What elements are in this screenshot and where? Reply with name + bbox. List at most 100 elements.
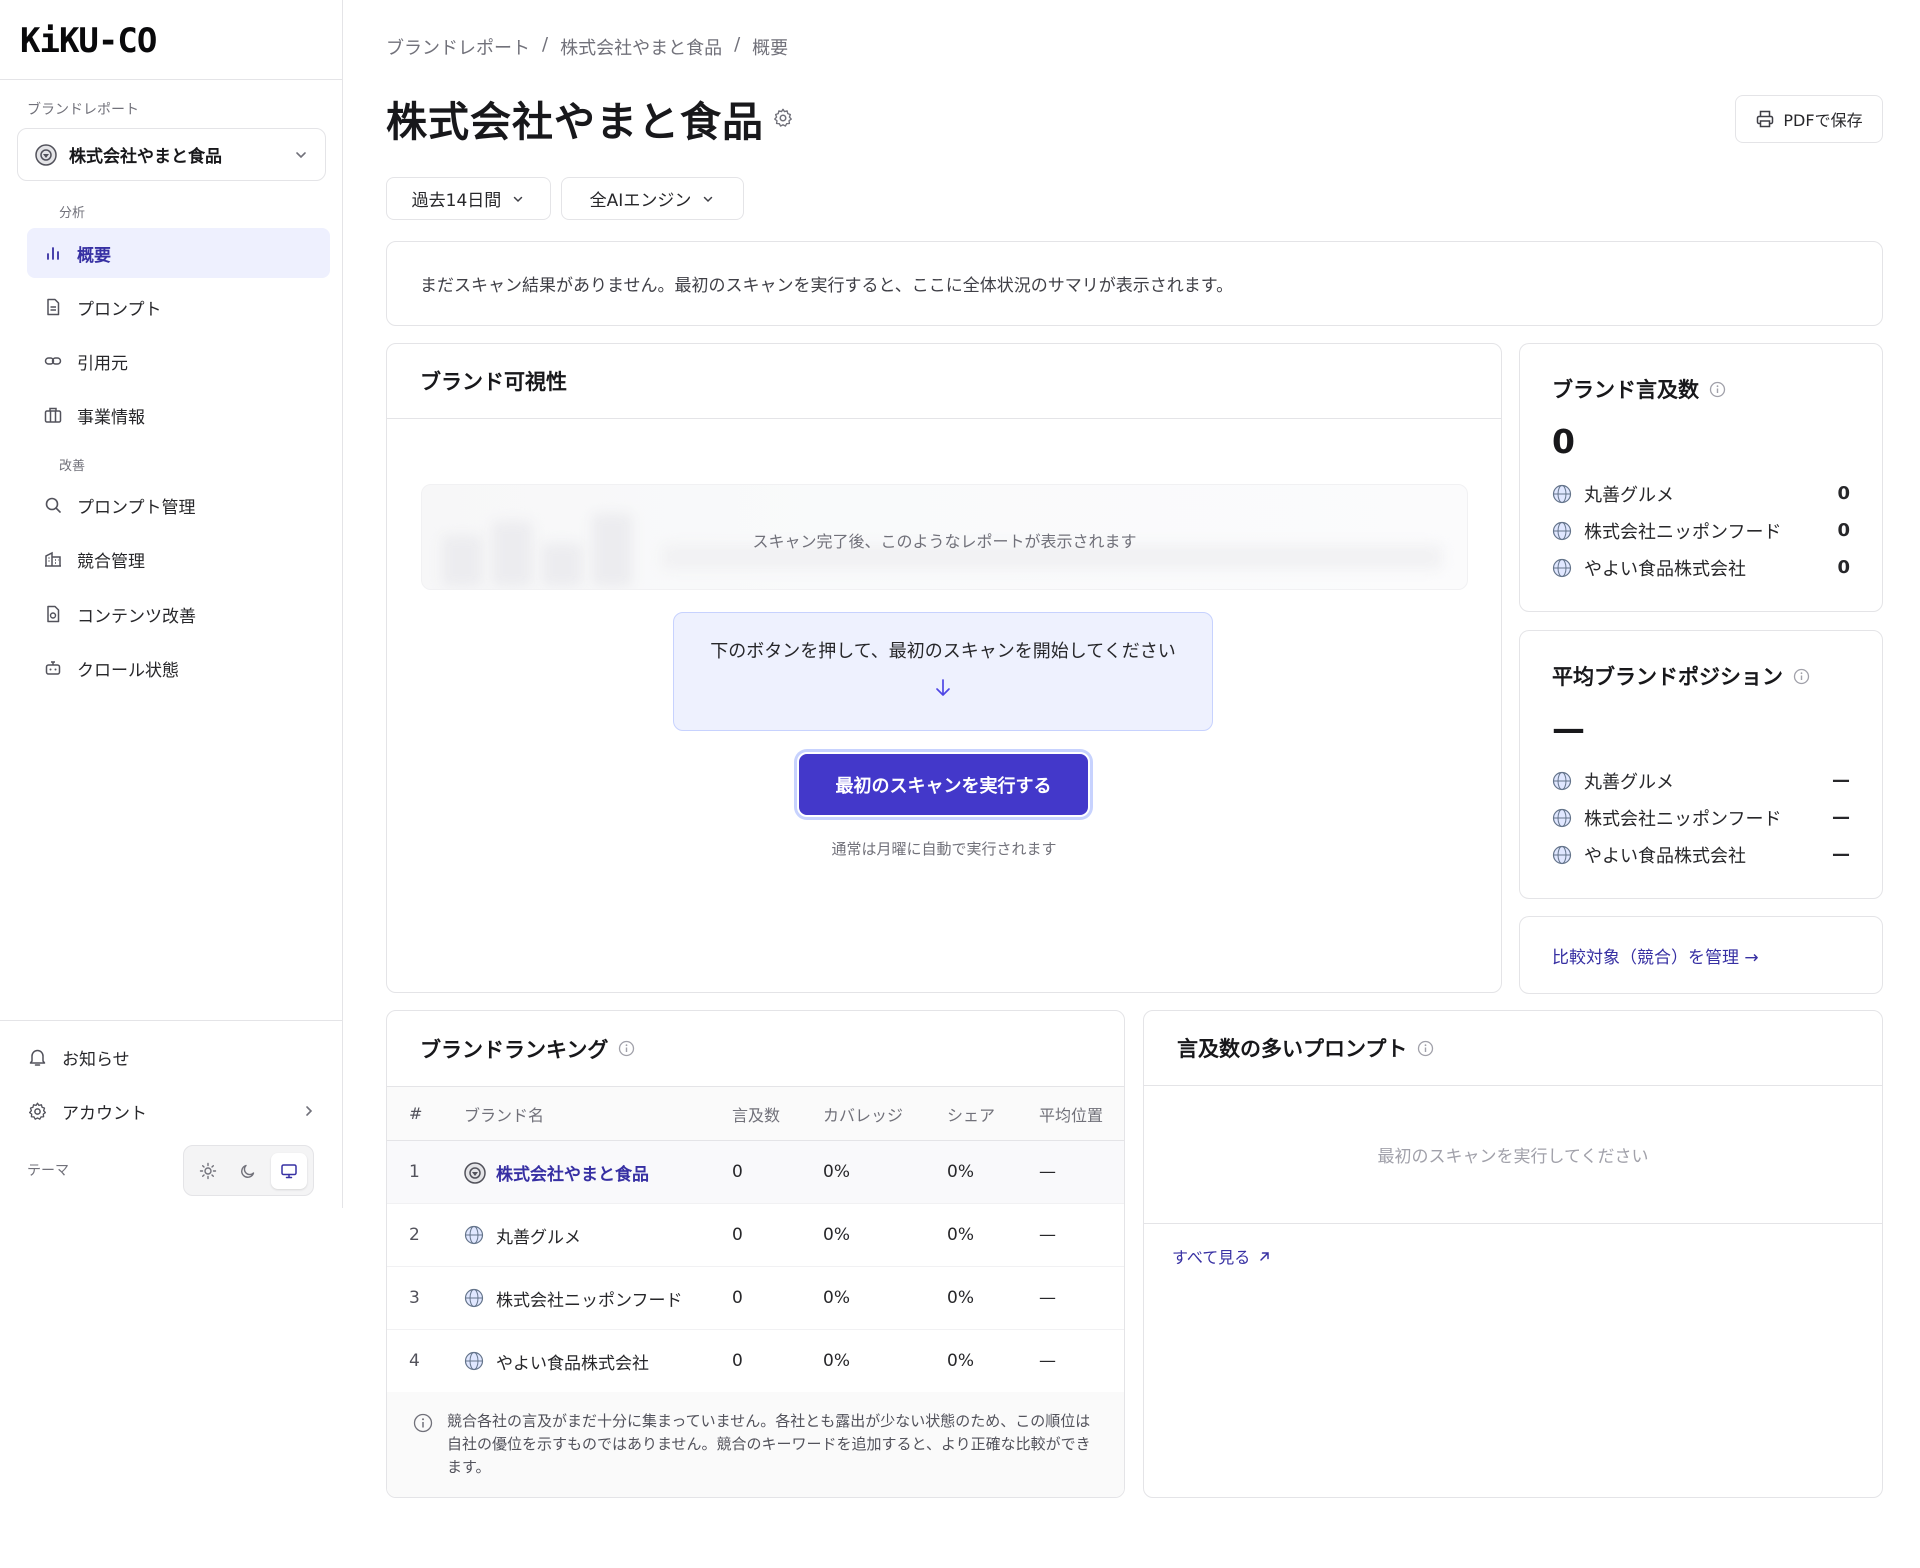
info-icon[interactable]	[1417, 1040, 1434, 1057]
notice-text: まだスキャン結果がありません。最初のスキャンを実行すると、ここに全体状況のサマリ…	[420, 276, 1234, 296]
competitor-name: やよい食品株式会社	[1584, 558, 1746, 580]
arrow-up-right-icon	[1258, 1250, 1271, 1263]
table-header-row: # ブランド名 言及数 カバレッジ シェア 平均位置	[387, 1086, 1124, 1141]
arrow-down-icon	[932, 677, 954, 699]
column-header: 言及数	[732, 1086, 823, 1141]
column-header: #	[387, 1086, 464, 1141]
sidebar-section-label: ブランドレポート	[27, 102, 139, 118]
brand-name-cell: 丸善グルメ	[464, 1203, 732, 1267]
competitor-name: 株式会社ニッポンフード	[1584, 521, 1782, 543]
coverage-cell: 0%	[823, 1266, 947, 1330]
globe-icon	[1552, 558, 1572, 578]
sidebar-item-label: 引用元	[77, 353, 128, 374]
notifications-link[interactable]: お知らせ	[27, 1035, 317, 1079]
brand-name: 株式会社やまと食品	[496, 1164, 649, 1185]
see-all-label: すべて見る	[1172, 1248, 1251, 1267]
system-theme-button[interactable]	[270, 1152, 307, 1189]
competitor-value: —	[1832, 844, 1850, 865]
empty-state-text: 最初のスキャンを実行してください	[1144, 1086, 1882, 1224]
column-header: カバレッジ	[823, 1086, 947, 1141]
position-cell: —	[1039, 1140, 1124, 1204]
coverage-cell: 0%	[823, 1203, 947, 1267]
card-title-row: 言及数の多いプロンプト	[1144, 1011, 1882, 1086]
rank-cell: 1	[387, 1140, 464, 1204]
sidebar-item-label: コンテンツ改善	[77, 606, 196, 627]
save-pdf-button[interactable]: PDFで保存	[1735, 95, 1883, 143]
mentions-cell: 0	[732, 1140, 823, 1204]
period-filter-dropdown[interactable]: 過去14日間	[386, 177, 551, 220]
rank-cell: 2	[387, 1203, 464, 1267]
see-all-link[interactable]: すべて見る	[1172, 1244, 1271, 1268]
ranking-footnote-text: 競合各社の言及がまだ十分に集まっていません。各社とも露出が少ない状態のため、この…	[447, 1412, 1091, 1476]
rank-cell: 3	[387, 1266, 464, 1330]
card-title: ブランド言及数	[1552, 378, 1699, 402]
brand-settings-gear-icon[interactable]	[772, 107, 796, 131]
top-prompts-card: 言及数の多いプロンプト 最初のスキャンを実行してください すべて見る	[1143, 1010, 1883, 1498]
breadcrumb-item[interactable]: 株式会社やまと食品	[560, 34, 722, 60]
brand-selector[interactable]: 株式会社やまと食品	[17, 128, 326, 181]
account-link[interactable]: アカウント	[27, 1089, 317, 1133]
bell-icon	[27, 1047, 48, 1068]
app-logo[interactable]: KiKU-CO	[20, 21, 157, 61]
moon-icon	[239, 1162, 257, 1180]
competitor-row: やよい食品株式会社 0	[1552, 549, 1850, 586]
brand-logo-icon	[464, 1162, 486, 1184]
sidebar-item-competitor-management[interactable]: 競合管理	[27, 534, 330, 584]
period-filter-label: 過去14日間	[411, 191, 502, 211]
no-scan-notice: まだスキャン結果がありません。最初のスキャンを実行すると、ここに全体状況のサマリ…	[386, 241, 1883, 326]
competitor-row: やよい食品株式会社 —	[1552, 836, 1850, 873]
sidebar: KiKU-CO ブランドレポート 株式会社やまと食品 分析 概要 プロンプト 引…	[0, 0, 343, 1208]
report-preview-placeholder: スキャン完了後、このようなレポートが表示されます	[421, 484, 1468, 590]
brand-visibility-card: ブランド可視性 スキャン完了後、このようなレポートが表示されます 下のボタンを押…	[386, 343, 1502, 993]
sidebar-item-overview[interactable]: 概要	[27, 228, 330, 278]
ranking-table: # ブランド名 言及数 カバレッジ シェア 平均位置 1 株式会社やまと食品 0…	[387, 1086, 1124, 1393]
info-icon[interactable]	[618, 1040, 635, 1057]
card-title-row: 平均ブランドポジション	[1552, 661, 1850, 691]
card-title-row: ブランド言及数	[1552, 374, 1850, 404]
table-row[interactable]: 3 株式会社ニッポンフード 0 0% 0% —	[387, 1266, 1124, 1330]
sidebar-item-label: クロール状態	[77, 660, 179, 681]
info-icon[interactable]	[1709, 381, 1726, 398]
position-cell: —	[1039, 1203, 1124, 1267]
table-row[interactable]: 1 株式会社やまと食品 0 0% 0% —	[387, 1140, 1124, 1204]
breadcrumb-separator: /	[734, 34, 741, 55]
sidebar-item-label: プロンプト管理	[77, 497, 196, 518]
sidebar-item-crawl-status[interactable]: クロール状態	[27, 643, 330, 693]
brand-name-cell: 株式会社ニッポンフード	[464, 1266, 732, 1330]
info-icon[interactable]	[1793, 668, 1810, 685]
run-first-scan-button[interactable]: 最初のスキャンを実行する	[797, 752, 1090, 817]
brand-selector-label: 株式会社やまと食品	[69, 147, 222, 167]
sidebar-item-label: 概要	[77, 245, 111, 266]
sun-icon	[199, 1162, 217, 1180]
column-header: シェア	[947, 1086, 1039, 1141]
theme-toggle	[183, 1145, 314, 1196]
dark-theme-button[interactable]	[230, 1153, 266, 1189]
sidebar-item-content-improvement[interactable]: コンテンツ改善	[27, 589, 330, 639]
gear-icon	[27, 1101, 48, 1122]
sidebar-item-label: 事業情報	[77, 407, 145, 428]
chevron-right-icon	[301, 1103, 317, 1119]
table-row[interactable]: 4 やよい食品株式会社 0 0% 0% —	[387, 1329, 1124, 1393]
sidebar-item-business-info[interactable]: 事業情報	[27, 390, 330, 440]
nav-group-label-analysis: 分析	[59, 206, 86, 221]
printer-icon	[1755, 109, 1783, 129]
nav-group-label-improve: 改善	[59, 459, 86, 474]
brand-ranking-card: ブランドランキング # ブランド名 言及数 カバレッジ シェア 平均位置 1 株…	[386, 1010, 1125, 1498]
light-theme-button[interactable]	[190, 1153, 226, 1189]
sidebar-item-prompt-management[interactable]: プロンプト管理	[27, 480, 330, 530]
page-title: 株式会社やまと食品	[386, 98, 764, 146]
column-header: ブランド名	[464, 1086, 732, 1141]
manage-competitors-link[interactable]: 比較対象（競合）を管理 →	[1552, 943, 1759, 968]
sidebar-item-citations[interactable]: 引用元	[27, 336, 330, 386]
brand-name: 株式会社ニッポンフード	[496, 1290, 683, 1311]
sidebar-item-prompts[interactable]: プロンプト	[27, 282, 330, 332]
scan-schedule-note: 通常は月曜に自動で実行されます	[831, 840, 1057, 858]
engine-filter-dropdown[interactable]: 全AIエンジン	[561, 177, 744, 220]
table-row[interactable]: 2 丸善グルメ 0 0% 0% —	[387, 1203, 1124, 1267]
breadcrumb-item[interactable]: ブランドレポート	[386, 34, 530, 60]
theme-label: テーマ	[27, 1163, 69, 1179]
scan-prompt-box: 下のボタンを押して、最初のスキャンを開始してください	[673, 612, 1213, 731]
globe-icon	[1552, 845, 1572, 865]
competitor-value: —	[1832, 770, 1850, 791]
position-value: —	[1552, 709, 1585, 748]
